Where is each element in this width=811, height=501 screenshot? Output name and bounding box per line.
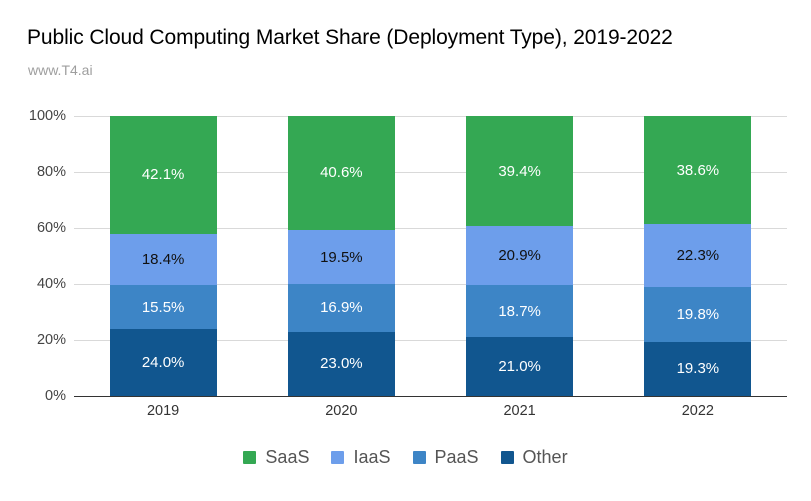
- y-axis-tick-label: 40%: [36, 276, 66, 292]
- bar-stack: 42.1% 18.4% 15.5% 24.0%: [109, 116, 217, 396]
- bar-segment-value-label: 22.3%: [676, 246, 720, 264]
- legend-swatch-icon: [412, 451, 426, 464]
- bar-stack: 39.4% 20.9% 18.7% 21.0%: [466, 116, 574, 396]
- legend-item-saas[interactable]: SaaS: [243, 447, 309, 468]
- bar-segment-other[interactable]: 19.3%: [644, 341, 752, 396]
- x-axis-labels: 2019 2020 2021 2022: [74, 397, 787, 427]
- y-axis-tick-label: 0%: [45, 388, 66, 404]
- bar-group[interactable]: 38.6% 22.3% 19.8% 19.3%: [644, 116, 752, 396]
- bar-segment-value-label: 18.4%: [141, 251, 185, 269]
- x-axis-tick-label: 2020: [325, 403, 358, 419]
- chart-container: Public Cloud Computing Market Share (Dep…: [0, 0, 811, 501]
- bar-segment-saas[interactable]: 40.6%: [287, 116, 395, 230]
- bars-layer: 42.1% 18.4% 15.5% 24.0% 40.6% 19.5% 16.9% 23.0%…: [74, 116, 787, 396]
- y-axis-tick-label: 80%: [36, 164, 66, 180]
- bar-segment-value-label: 38.6%: [676, 161, 720, 179]
- legend-item-paas[interactable]: PaaS: [412, 447, 479, 468]
- bar-segment-value-label: 20.9%: [498, 247, 541, 265]
- bar-segment-value-label: 40.6%: [320, 164, 363, 182]
- chart-title: Public Cloud Computing Market Share (Dep…: [27, 26, 673, 49]
- bar-segment-value-label: 19.3%: [676, 360, 720, 378]
- bar-segment-iaas[interactable]: 19.5%: [287, 229, 395, 285]
- bar-segment-value-label: 21.0%: [498, 358, 541, 376]
- legend-label: PaaS: [434, 447, 479, 467]
- y-axis-tick-label: 20%: [36, 332, 66, 348]
- bar-segment-paas[interactable]: 19.8%: [644, 286, 752, 342]
- bar-segment-saas[interactable]: 38.6%: [644, 116, 752, 225]
- legend-label: SaaS: [265, 447, 310, 467]
- bar-segment-iaas[interactable]: 22.3%: [644, 224, 752, 287]
- legend-swatch-icon: [500, 451, 514, 464]
- bar-segment-other[interactable]: 21.0%: [466, 337, 574, 396]
- x-axis-tick-label: 2019: [146, 403, 180, 419]
- bar-segment-value-label: 19.5%: [320, 248, 363, 266]
- bar-segment-saas[interactable]: 42.1%: [109, 116, 217, 234]
- plot-area: 42.1% 18.4% 15.5% 24.0% 40.6% 19.5% 16.9% 23.0%…: [74, 116, 787, 397]
- bar-segment-other[interactable]: 24.0%: [109, 328, 217, 396]
- x-axis-tick-label: 2022: [681, 403, 715, 419]
- bar-segment-value-label: 16.9%: [320, 299, 363, 317]
- bar-segment-paas[interactable]: 16.9%: [287, 284, 395, 332]
- bar-segment-value-label: 18.7%: [498, 302, 541, 320]
- bar-segment-value-label: 42.1%: [141, 166, 185, 184]
- y-axis-tick-label: 100%: [28, 108, 66, 124]
- y-axis-tick-label: 60%: [36, 220, 66, 236]
- chart-legend: SaaS IaaS PaaS Other: [0, 447, 811, 468]
- y-axis-labels: 0% 20% 40% 60% 80% 100%: [0, 108, 66, 404]
- bar-segment-value-label: 23.0%: [320, 355, 363, 373]
- legend-swatch-icon: [243, 451, 257, 464]
- bar-segment-value-label: 39.4%: [498, 162, 541, 180]
- legend-swatch-icon: [331, 451, 345, 464]
- bar-stack: 38.6% 22.3% 19.8% 19.3%: [644, 116, 752, 396]
- bar-segment-saas[interactable]: 39.4%: [466, 116, 574, 227]
- bar-segment-paas[interactable]: 18.7%: [466, 284, 574, 338]
- bar-segment-other[interactable]: 23.0%: [287, 331, 395, 396]
- bar-segment-paas[interactable]: 15.5%: [109, 285, 217, 329]
- bar-stack: 40.6% 19.5% 16.9% 23.0%: [287, 116, 395, 396]
- legend-item-iaas[interactable]: IaaS: [331, 447, 391, 468]
- legend-item-other[interactable]: Other: [500, 447, 568, 468]
- x-axis-tick-label: 2021: [503, 403, 536, 419]
- bar-segment-value-label: 19.8%: [676, 305, 720, 323]
- bar-segment-iaas[interactable]: 20.9%: [466, 226, 574, 285]
- bar-segment-value-label: 15.5%: [141, 298, 185, 316]
- chart-subtitle: www.T4.ai: [28, 62, 93, 78]
- bar-group[interactable]: 40.6% 19.5% 16.9% 23.0%: [287, 116, 395, 396]
- bar-group[interactable]: 42.1% 18.4% 15.5% 24.0%: [109, 116, 217, 396]
- legend-label: Other: [522, 447, 568, 467]
- bar-group[interactable]: 39.4% 20.9% 18.7% 21.0%: [466, 116, 574, 396]
- bar-segment-iaas[interactable]: 18.4%: [109, 233, 217, 286]
- bar-segment-value-label: 24.0%: [141, 353, 185, 371]
- legend-label: IaaS: [353, 447, 391, 467]
